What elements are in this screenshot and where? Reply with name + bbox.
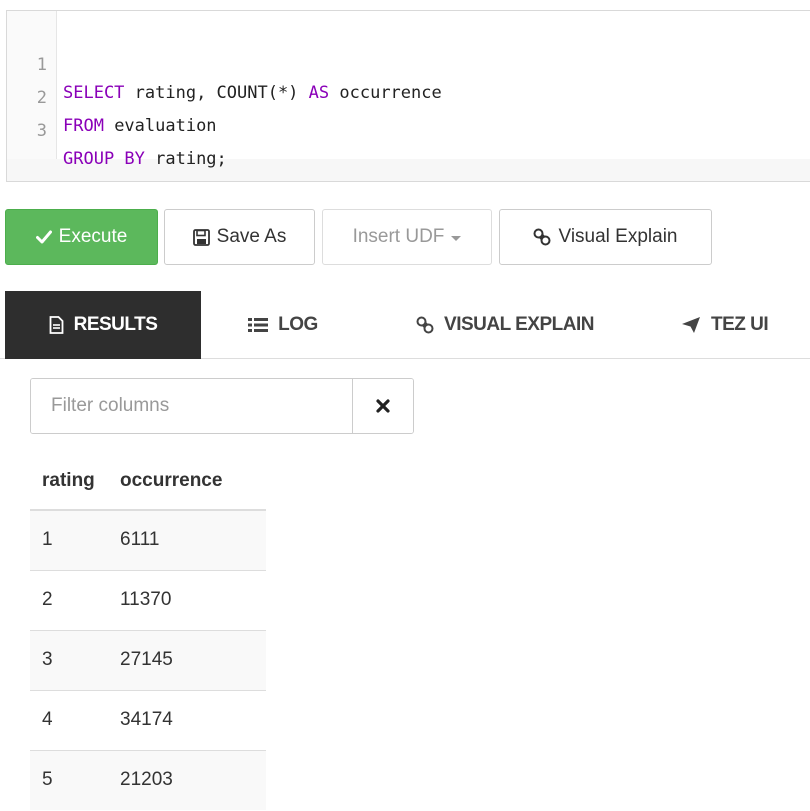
code-line[interactable]: 2 FROM evaluation [7,56,217,136]
table-row: 5 21203 [30,750,266,810]
link-icon [416,316,434,334]
paper-plane-icon [681,316,701,334]
table-cell: 6111 [108,510,266,571]
table-row: 2 11370 [30,570,266,631]
save-as-label: Save As [216,226,287,247]
table-cell: 1 [30,510,108,571]
link-icon [533,228,551,246]
tab-results[interactable]: RESULTS [5,291,201,359]
filter-clear-button[interactable] [352,379,413,433]
table-cell: 11370 [108,570,266,631]
tab-results-label: RESULTS [73,314,158,335]
save-as-button[interactable]: Save As [164,209,315,265]
visual-explain-label: Visual Explain [558,226,678,247]
table-cell: 21203 [108,750,266,810]
column-header[interactable]: rating [30,452,108,511]
code-text[interactable]: SELECT rating, COUNT(*) AS occurrence [63,79,442,107]
filter-columns-input[interactable] [31,379,352,433]
visual-explain-button[interactable]: Visual Explain [499,209,712,265]
table-cell: 5 [30,750,108,810]
tab-log-label: LOG [278,314,318,335]
tab-visual-explain-label: VISUAL EXPLAIN [444,314,594,335]
execute-label: Execute [58,226,128,247]
table-row: 3 27145 [30,630,266,691]
tab-log[interactable]: LOG [203,291,363,359]
query-editor[interactable]: 1 SELECT rating, COUNT(*) AS occurrence … [6,10,810,182]
insert-udf-label: Insert UDF [352,226,445,247]
tab-tez-ui-label: TEZ UI [711,314,769,335]
code-text[interactable]: FROM evaluation [63,112,217,140]
code-text[interactable]: GROUP BY rating; [63,145,227,173]
table-cell: 4 [30,690,108,751]
close-icon [376,399,390,413]
table-cell: 3 [30,630,108,691]
code-line[interactable]: 1 SELECT rating, COUNT(*) AS occurrence [7,23,442,103]
check-icon [35,230,52,244]
insert-udf-dropdown[interactable]: Insert UDF [322,209,492,265]
table-header-row: rating occurrence [30,452,266,511]
table-cell: 34174 [108,690,266,751]
code-line[interactable]: 3 GROUP BY rating; [7,89,227,169]
table-row: 1 6111 [30,510,266,571]
column-header[interactable]: occurrence [108,452,266,511]
caret-down-icon [451,235,462,241]
list-icon [248,317,269,333]
tab-tez-ui[interactable]: TEZ UI [647,291,810,359]
table-row: 4 34174 [30,690,266,751]
table-cell: 2 [30,570,108,631]
line-number: 3 [36,121,47,141]
filter-columns-group [30,378,414,434]
execute-button[interactable]: Execute [5,209,158,265]
tab-visual-explain[interactable]: VISUAL EXPLAIN [365,291,645,359]
results-table: rating occurrence 1 6111 2 11370 3 27145… [30,452,266,810]
document-icon [49,316,64,334]
floppy-disk-icon [192,228,210,246]
table-cell: 27145 [108,630,266,691]
